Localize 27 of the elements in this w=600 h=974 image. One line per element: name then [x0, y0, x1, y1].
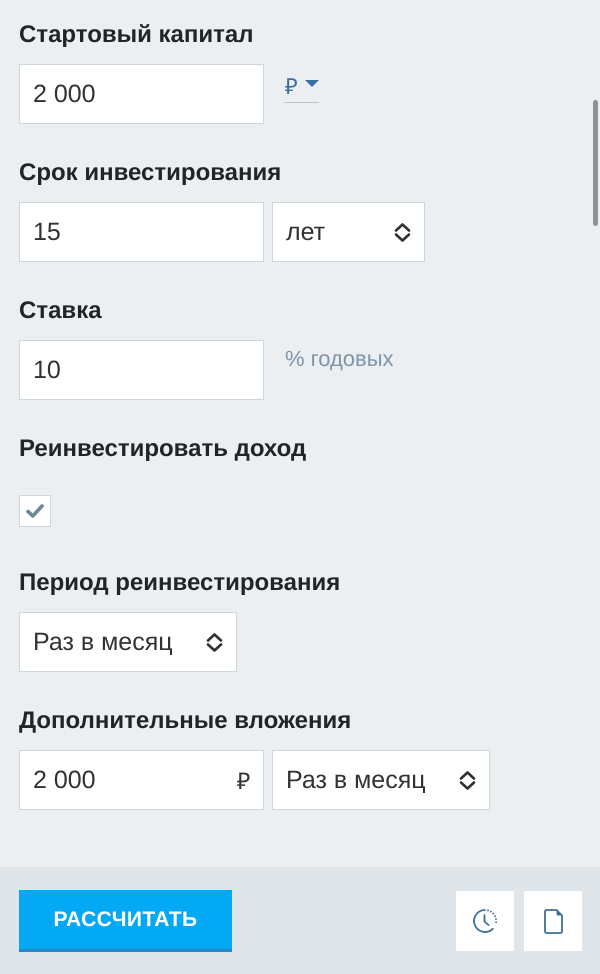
field-label: Ставка	[19, 297, 103, 325]
checkbox[interactable]	[19, 495, 51, 527]
field-label: Стартовый капитал	[19, 21, 255, 49]
document-button[interactable]	[524, 891, 582, 951]
field-label: Период реинвестирования	[19, 569, 342, 597]
unit-label: % годовых	[285, 346, 394, 371]
field-label: Дополнительные вложения	[19, 707, 352, 735]
currency-dropdown[interactable]: ₽	[284, 76, 319, 103]
select-dropdown[interactable]: Раз в месяц	[272, 750, 490, 810]
select-dropdown[interactable]: лет	[272, 202, 425, 262]
field-label: Реинвестировать доход	[19, 435, 308, 463]
document-icon	[544, 908, 562, 934]
chevron-updown-icon	[458, 770, 476, 790]
checkmark-icon	[26, 504, 44, 518]
history-button[interactable]	[456, 891, 514, 951]
scrollbar-thumb[interactable]	[593, 100, 598, 226]
clock-icon	[472, 908, 498, 934]
caret-down-icon	[305, 80, 319, 86]
field-label: Срок инвестирования	[19, 159, 282, 187]
chevron-updown-icon	[394, 222, 411, 242]
input-field[interactable]: 2 000 ₽	[19, 750, 264, 810]
chevron-updown-icon	[206, 632, 223, 652]
input-field[interactable]: 10	[19, 340, 264, 400]
currency-label: ₽	[237, 767, 250, 796]
input-field[interactable]: 2 000	[19, 64, 264, 124]
input-field[interactable]: 15	[19, 202, 264, 262]
select-dropdown[interactable]: Раз в месяц	[19, 612, 237, 672]
